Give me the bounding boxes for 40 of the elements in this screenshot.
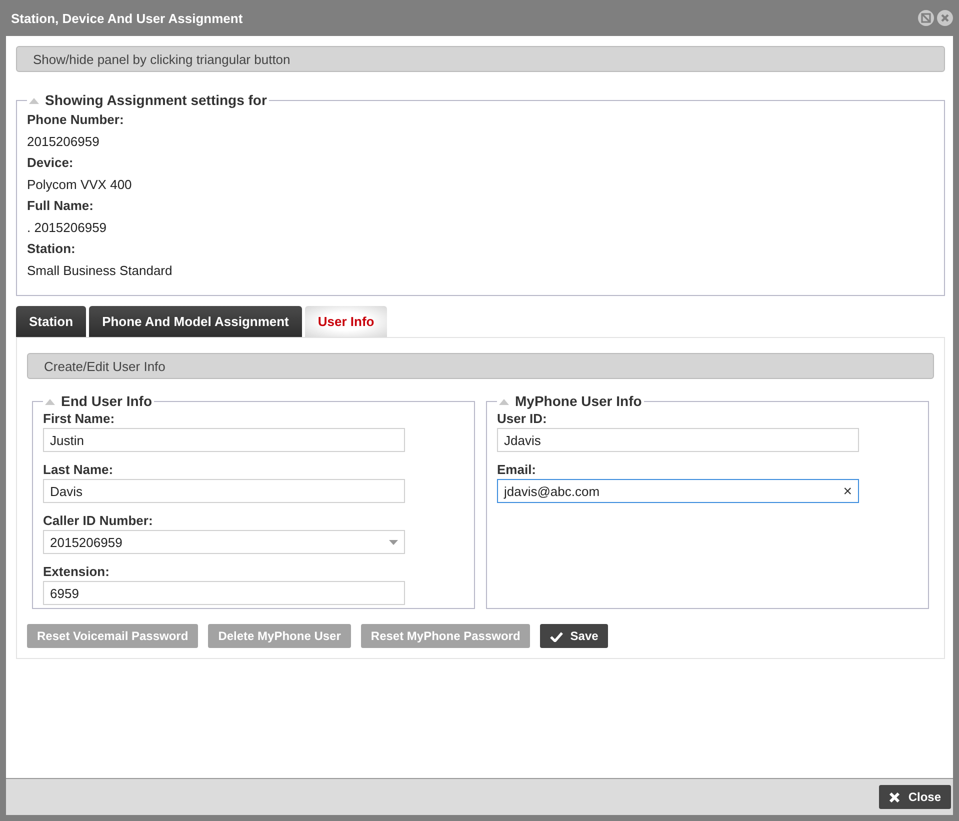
close-icon[interactable] xyxy=(937,10,953,26)
tab[interactable]: Phone And Model Assignment xyxy=(89,306,302,337)
setting-label: Device: xyxy=(27,155,74,170)
section-bar: Create/Edit User Info xyxy=(27,353,934,379)
window-title: Station, Device And User Assignment xyxy=(11,10,243,26)
clear-button[interactable]: × xyxy=(843,482,852,500)
setting-value: . 2015206959 xyxy=(27,220,107,235)
tab[interactable]: User Info xyxy=(304,306,388,337)
setting-label: Full Name: xyxy=(27,198,94,213)
field-label: Extension: xyxy=(43,564,110,579)
collapse-triangle-icon[interactable] xyxy=(45,398,55,404)
collapse-triangle-icon[interactable] xyxy=(29,96,39,104)
setting-value: Polycom VVX 400 xyxy=(27,177,132,192)
save-button[interactable]: Save xyxy=(540,624,608,648)
field-label: First Name: xyxy=(43,411,115,426)
dropdown-caret-icon[interactable] xyxy=(389,540,398,544)
input-field[interactable]: Justin xyxy=(43,428,405,452)
hint-bar: Show/hide panel by clicking triangular button xyxy=(16,46,945,72)
input-field[interactable]: Davis xyxy=(43,479,405,503)
group-legend: End User Info xyxy=(61,393,152,409)
input-field[interactable]: 6959 xyxy=(43,581,405,605)
close-button[interactable]: Close xyxy=(879,785,951,809)
field-label: Caller ID Number: xyxy=(43,513,153,528)
close-icon xyxy=(889,792,900,802)
input-field[interactable]: jdavis@abc.com × xyxy=(497,479,859,503)
group-legend: MyPhone User Info xyxy=(515,393,642,409)
setting-value: Small Business Standard xyxy=(27,263,172,278)
setting-label: Station: xyxy=(27,241,76,256)
setting-label: Phone Number: xyxy=(27,112,124,127)
input-field[interactable]: Jdavis xyxy=(497,428,859,452)
field-label: Last Name: xyxy=(43,462,114,477)
dropdown-field[interactable]: 2015206959 xyxy=(43,530,405,554)
panel-legend: Showing Assignment settings for xyxy=(45,92,267,108)
field-label: User ID: xyxy=(497,411,547,426)
field-label: Email: xyxy=(497,462,536,477)
collapse-triangle-icon[interactable] xyxy=(499,398,509,404)
check-icon xyxy=(550,630,564,642)
minimize-icon[interactable] xyxy=(918,10,934,26)
tab[interactable]: Station xyxy=(16,306,86,337)
setting-value: 2015206959 xyxy=(27,134,100,149)
